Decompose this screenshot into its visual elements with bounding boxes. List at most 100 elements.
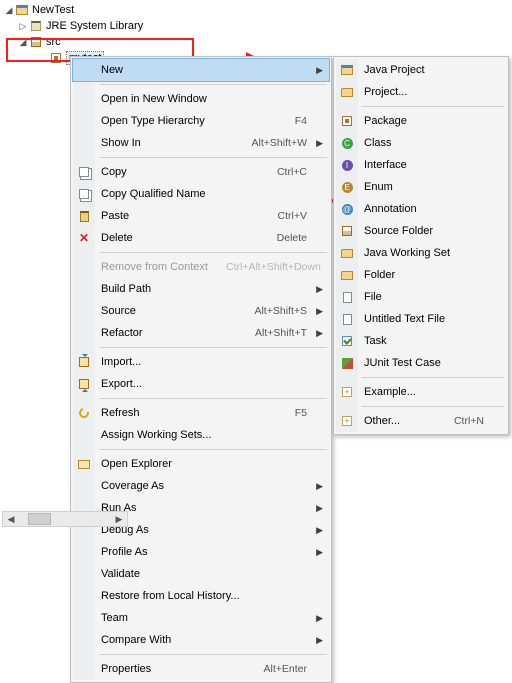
package-icon — [48, 50, 64, 66]
submenu-arrow-icon: ▶ — [316, 284, 323, 295]
working-set-icon — [339, 245, 355, 261]
menu-item-source[interactable]: SourceAlt+Shift+S▶ — [73, 300, 329, 322]
tree-label: src — [46, 36, 61, 48]
menu-separator — [99, 347, 327, 348]
menu-item-package[interactable]: Package — [336, 110, 506, 132]
folder-open-icon — [76, 456, 92, 472]
caret-expanded-icon[interactable]: ◢ — [4, 5, 14, 16]
tree-label: NewTest — [32, 4, 74, 16]
menu-item-import[interactable]: Import... — [73, 351, 329, 373]
junit-icon — [339, 355, 355, 371]
new-submenu: Java Project Project... Package CClass I… — [333, 56, 509, 435]
menu-item-paste[interactable]: PasteCtrl+V — [73, 205, 329, 227]
text-file-icon — [339, 311, 355, 327]
menu-item-example[interactable]: Example... — [336, 381, 506, 403]
caret-expanded-icon[interactable]: ◢ — [18, 37, 28, 48]
menu-item-restore-history[interactable]: Restore from Local History... — [73, 585, 329, 607]
refresh-icon — [76, 405, 92, 421]
submenu-arrow-icon: ▶ — [316, 328, 323, 339]
menu-item-folder[interactable]: Folder — [336, 264, 506, 286]
project-icon — [339, 84, 355, 100]
scroll-track[interactable] — [19, 512, 111, 526]
menu-item-annotation[interactable]: @Annotation — [336, 198, 506, 220]
menu-item-copy-qualified[interactable]: Copy Qualified Name — [73, 183, 329, 205]
context-menu: New ▶ Open in New Window Open Type Hiera… — [70, 56, 332, 683]
package-icon — [339, 113, 355, 129]
menu-item-open-new-window[interactable]: Open in New Window — [73, 88, 329, 110]
menu-item-file[interactable]: File — [336, 286, 506, 308]
menu-separator — [362, 406, 504, 407]
submenu-arrow-icon: ▶ — [316, 306, 323, 317]
menu-separator — [362, 377, 504, 378]
scroll-thumb[interactable] — [28, 513, 51, 525]
menu-item-properties[interactable]: PropertiesAlt+Enter — [73, 658, 329, 680]
menu-item-coverage-as[interactable]: Coverage As▶ — [73, 475, 329, 497]
submenu-arrow-icon: ▶ — [316, 481, 323, 492]
horizontal-scrollbar[interactable]: ◀ ▶ — [2, 511, 128, 527]
menu-item-java-project[interactable]: Java Project — [336, 59, 506, 81]
submenu-arrow-icon: ▶ — [316, 547, 323, 558]
menu-item-other[interactable]: Other...Ctrl+N — [336, 410, 506, 432]
export-icon — [76, 376, 92, 392]
menu-separator — [99, 654, 327, 655]
tree-node-jre[interactable]: ▷ JRE System Library — [4, 18, 508, 34]
copy-icon — [76, 186, 92, 202]
library-icon — [28, 18, 44, 34]
submenu-arrow-icon: ▶ — [316, 635, 323, 646]
menu-item-profile-as[interactable]: Profile As▶ — [73, 541, 329, 563]
menu-item-refactor[interactable]: RefactorAlt+Shift+T▶ — [73, 322, 329, 344]
menu-item-copy[interactable]: CopyCtrl+C — [73, 161, 329, 183]
wizard-icon — [339, 413, 355, 429]
menu-item-assign-working-sets[interactable]: Assign Working Sets... — [73, 424, 329, 446]
menu-item-compare-with[interactable]: Compare With▶ — [73, 629, 329, 651]
menu-item-validate[interactable]: Validate — [73, 563, 329, 585]
source-folder-icon — [28, 34, 44, 50]
submenu-arrow-icon: ▶ — [316, 138, 323, 149]
menu-separator — [362, 106, 504, 107]
menu-item-java-working-set[interactable]: Java Working Set — [336, 242, 506, 264]
tree-label: JRE System Library — [46, 20, 143, 32]
menu-item-class[interactable]: CClass — [336, 132, 506, 154]
example-icon — [339, 384, 355, 400]
menu-item-delete[interactable]: ✕DeleteDelete — [73, 227, 329, 249]
menu-item-untitled-text-file[interactable]: Untitled Text File — [336, 308, 506, 330]
menu-item-interface[interactable]: IInterface — [336, 154, 506, 176]
tree-node-src[interactable]: ◢ src — [4, 34, 508, 50]
copy-icon — [76, 164, 92, 180]
annotation-icon: @ — [339, 201, 355, 217]
submenu-arrow-icon: ▶ — [316, 613, 323, 624]
source-folder-icon — [339, 223, 355, 239]
caret-collapsed-icon[interactable]: ▷ — [18, 21, 28, 32]
java-project-icon — [339, 62, 355, 78]
menu-item-junit-test-case[interactable]: JUnit Test Case — [336, 352, 506, 374]
menu-separator — [99, 157, 327, 158]
menu-item-refresh[interactable]: RefreshF5 — [73, 402, 329, 424]
menu-item-build-path[interactable]: Build Path▶ — [73, 278, 329, 300]
paste-icon — [76, 208, 92, 224]
menu-separator — [99, 398, 327, 399]
menu-item-enum[interactable]: EEnum — [336, 176, 506, 198]
menu-item-remove-context: Remove from ContextCtrl+Alt+Shift+Down — [73, 256, 329, 278]
file-icon — [339, 289, 355, 305]
class-icon: C — [339, 135, 355, 151]
menu-separator — [99, 449, 327, 450]
scroll-right-button[interactable]: ▶ — [111, 512, 127, 526]
menu-item-open-explorer[interactable]: Open Explorer — [73, 453, 329, 475]
menu-separator — [99, 84, 327, 85]
submenu-arrow-icon: ▶ — [316, 65, 323, 76]
scroll-left-button[interactable]: ◀ — [3, 512, 19, 526]
submenu-arrow-icon: ▶ — [316, 525, 323, 536]
menu-item-source-folder[interactable]: Source Folder — [336, 220, 506, 242]
menu-item-task[interactable]: Task — [336, 330, 506, 352]
task-icon — [339, 333, 355, 349]
menu-item-project[interactable]: Project... — [336, 81, 506, 103]
folder-icon — [339, 267, 355, 283]
menu-item-show-in[interactable]: Show InAlt+Shift+W▶ — [73, 132, 329, 154]
import-icon — [76, 354, 92, 370]
menu-item-new[interactable]: New ▶ — [73, 59, 329, 81]
menu-item-export[interactable]: Export... — [73, 373, 329, 395]
tree-node-project[interactable]: ◢ NewTest — [4, 2, 508, 18]
menu-item-team[interactable]: Team▶ — [73, 607, 329, 629]
menu-item-open-type-hierarchy[interactable]: Open Type HierarchyF4 — [73, 110, 329, 132]
menu-separator — [99, 252, 327, 253]
